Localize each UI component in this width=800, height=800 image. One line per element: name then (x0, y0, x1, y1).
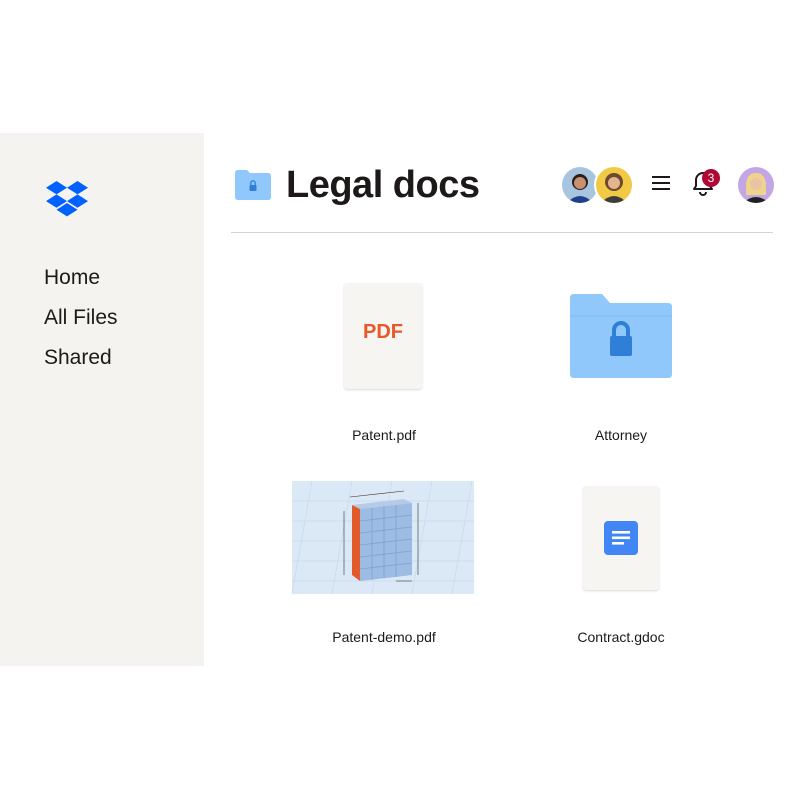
header-divider (231, 232, 773, 233)
member-avatar[interactable] (562, 167, 598, 203)
locked-folder-icon (570, 294, 672, 378)
file-name: Contract.gdoc (577, 629, 665, 645)
file-tile-patent-pdf[interactable]: PDF Patent.pdf (284, 283, 484, 443)
gdoc-thumbnail (583, 486, 659, 590)
notification-badge: 3 (702, 169, 720, 187)
dropbox-logo-icon[interactable] (46, 181, 88, 217)
user-avatar[interactable] (738, 167, 774, 203)
person-icon (743, 173, 769, 203)
file-name: Patent.pdf (352, 427, 416, 443)
sidebar-item-shared[interactable]: Shared (44, 343, 118, 383)
shared-members[interactable] (562, 165, 634, 205)
sidebar-item-home[interactable]: Home (44, 263, 118, 303)
main-content: Legal docs 3 PDF Patent.pdf Attorney Pat… (204, 133, 800, 666)
member-avatar[interactable] (594, 165, 634, 205)
pdf-icon: PDF (363, 321, 403, 343)
shared-folder-icon (235, 170, 271, 200)
page-title: Legal docs (286, 164, 480, 206)
file-tile-contract-gdoc[interactable]: Contract.gdoc (521, 481, 721, 646)
google-doc-icon (604, 521, 638, 555)
folder-tile-attorney[interactable]: Attorney (521, 283, 721, 443)
sidebar-item-all-files[interactable]: All Files (44, 303, 118, 343)
building-blueprint-thumbnail (292, 481, 474, 594)
folder-name: Attorney (594, 427, 648, 443)
sidebar: Home All Files Shared (0, 133, 204, 666)
person-icon (567, 174, 593, 203)
page-header: Legal docs 3 (232, 161, 774, 209)
person-icon (601, 173, 627, 203)
sidebar-nav: Home All Files Shared (44, 263, 118, 383)
app-window: Home All Files Shared Legal docs 3 PDF P… (0, 133, 800, 666)
menu-icon[interactable] (652, 174, 670, 192)
file-name: Patent-demo.pdf (332, 629, 436, 645)
file-tile-patent-demo-pdf[interactable]: Patent-demo.pdf (284, 481, 484, 646)
pdf-thumbnail: PDF (344, 283, 422, 389)
